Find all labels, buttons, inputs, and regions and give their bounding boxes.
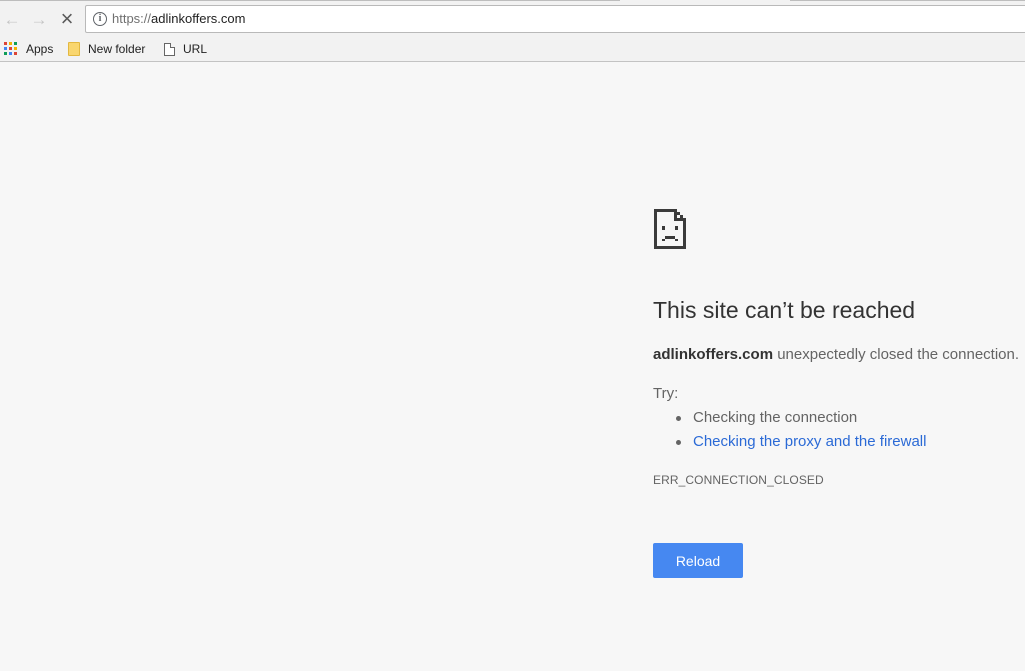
error-description-text: unexpectedly closed the connection.: [773, 346, 1020, 363]
forward-arrow-icon: →: [30, 9, 48, 29]
address-url[interactable]: https://adlinkoffers.com: [112, 11, 245, 26]
forward-button[interactable]: →: [28, 8, 50, 30]
back-button[interactable]: ←: [1, 8, 23, 30]
try-label: Try:: [653, 385, 679, 402]
apps-grid-icon: [4, 42, 18, 56]
error-code: ERR_CONNECTION_CLOSED: [653, 473, 824, 487]
bookmark-apps[interactable]: Apps: [4, 40, 53, 58]
error-host: adlinkoffers.com: [653, 346, 774, 363]
tab-strip-edge: [790, 0, 1025, 1]
bookmark-new-folder[interactable]: New folder: [68, 40, 145, 58]
browser-toolbar: ← → × i https://adlinkoffers.com: [0, 0, 1025, 36]
url-host: adlinkoffers.com: [151, 11, 246, 26]
tab-strip-edge: [0, 0, 620, 1]
url-scheme: https://: [112, 11, 152, 26]
bookmark-label: Apps: [26, 42, 54, 56]
bookmark-label: New folder: [88, 42, 146, 56]
address-bar[interactable]: i https://adlinkoffers.com: [85, 5, 1025, 33]
page-icon: [164, 42, 175, 56]
error-description: adlinkoffers.com unexpectedly closed the…: [653, 346, 1019, 363]
bookmark-label: URL: [183, 42, 208, 56]
error-title: This site can’t be reached: [653, 297, 916, 323]
suggestion-check-connection: Checking the connection: [653, 408, 926, 432]
stop-button[interactable]: ×: [56, 8, 78, 30]
suggestions-list: Checking the connection Checking the pro…: [653, 408, 926, 456]
site-info-icon[interactable]: i: [93, 12, 107, 26]
sad-page-icon: [654, 209, 686, 249]
back-arrow-icon: ←: [3, 9, 21, 29]
folder-icon: [68, 42, 80, 56]
suggestion-check-proxy-link[interactable]: Checking the proxy and the firewall: [653, 432, 926, 456]
bookmark-url[interactable]: URL: [164, 40, 207, 58]
stop-icon: ×: [60, 6, 74, 31]
error-page: This site can’t be reached adlinkoffers.…: [0, 63, 1025, 671]
bookmarks-bar: Apps New folder URL: [0, 36, 1025, 62]
reload-button[interactable]: Reload: [653, 543, 743, 578]
